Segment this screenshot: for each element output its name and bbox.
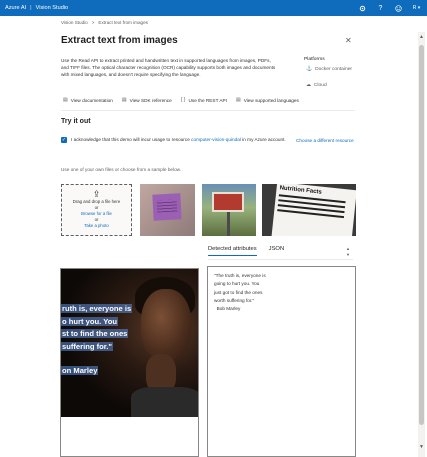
scroll-up-arrow-icon[interactable]: ▲ — [418, 34, 425, 40]
platform-docker-label: Docker container — [315, 66, 353, 72]
sticky-note-shape — [152, 193, 182, 221]
close-icon[interactable]: ✕ — [345, 36, 352, 45]
top-icons: ? R ▾ — [358, 0, 421, 16]
tab-underline — [208, 259, 353, 260]
platform-cloud-label: Cloud — [313, 82, 327, 88]
platforms-panel: Platforms ⚓ Docker container ☁ Cloud — [304, 57, 352, 98]
smiley-icon[interactable] — [394, 4, 403, 13]
link-rest-api[interactable]: { } Use the REST API — [181, 97, 227, 103]
acknowledge-text: I acknowledge that this demo will incur … — [71, 136, 286, 143]
document-icon: ▤ — [63, 97, 68, 103]
quote-line-3: st to find the ones — [61, 329, 129, 338]
tab-json[interactable]: JSON — [269, 246, 284, 256]
document-icon: ▤ — [235, 97, 241, 103]
cloud-icon: ☁ — [306, 83, 311, 88]
upload-icon: ⇪ — [92, 189, 101, 199]
result-line-5: Bob Marley — [214, 306, 241, 312]
brand-left: Azure AI — [5, 5, 27, 11]
ack-suffix: in my Azure account. — [242, 137, 286, 142]
platforms-heading: Platforms — [304, 57, 325, 62]
link-rest-label: Use the REST API — [188, 97, 227, 103]
quote-line-1: ruth is, everyone is — [61, 304, 133, 313]
result-line-3: just got to find the ones — [214, 289, 263, 295]
link-documentation-label: View documentation — [70, 97, 113, 103]
tab-scroll-arrows[interactable]: ▲ ▼ — [346, 246, 350, 258]
brand[interactable]: Azure AI | Vision Studio — [0, 5, 68, 11]
acknowledge-checkbox[interactable]: ✓ — [61, 137, 67, 143]
breadcrumb-current: Extract text from images — [98, 20, 148, 25]
sample-image-street-sign[interactable] — [202, 184, 256, 236]
link-supported-languages[interactable]: ▤ View supported languages — [236, 97, 299, 103]
link-sdk-label: View SDK reference — [129, 97, 172, 103]
sample-image-sticky-note[interactable] — [140, 184, 195, 236]
platform-cloud[interactable]: ☁ Cloud — [306, 82, 352, 89]
link-languages-label: View supported languages — [243, 97, 299, 103]
top-bar: Azure AI | Vision Studio ? R ▾ — [0, 0, 427, 16]
quote-line-2: o hurt you. You — [61, 316, 118, 326]
detected-text-panel: "The truth is, everyone is going to hurt… — [207, 266, 356, 457]
breadcrumb-root[interactable]: Vision Studio — [61, 20, 88, 25]
breadcrumb-separator: > — [91, 20, 95, 25]
image-preview-panel: ruth is, everyone is o hurt you. You st … — [60, 268, 199, 457]
shirt-shape — [131, 387, 198, 417]
section-divider — [61, 110, 355, 111]
breadcrumb: Vision Studio > Extract text from images — [61, 20, 148, 25]
street-sign-shape — [212, 192, 244, 212]
resource-links: ▤ View documentation ▤ View SDK referenc… — [63, 97, 299, 103]
link-documentation[interactable]: ▤ View documentation — [63, 97, 113, 103]
platform-docker[interactable]: ⚓ Docker container — [306, 66, 353, 73]
docker-icon: ⚓ — [306, 67, 313, 72]
take-photo-link[interactable]: Take a photo — [62, 223, 131, 229]
photo-quote-text: ruth is, everyone is o hurt you. You st … — [61, 303, 145, 378]
page-description: Use the Read API to extract printed and … — [61, 58, 276, 77]
ack-prefix: I acknowledge that this demo will incur … — [71, 137, 190, 142]
tab-detected-attributes[interactable]: Detected attributes — [208, 246, 257, 256]
brand-right: Vision Studio — [35, 5, 69, 11]
quote-line-4: suffering for." — [61, 341, 114, 351]
use-files-hint: Use one of your own files or choose from… — [61, 167, 182, 172]
result-tabs: Detected attributes JSON — [208, 246, 284, 256]
sign-pole-shape — [227, 212, 230, 236]
result-line-1: "The truth is, everyone is — [214, 273, 266, 278]
account-icon[interactable]: R ▾ — [412, 4, 421, 13]
link-sdk-reference[interactable]: ▤ View SDK reference — [122, 97, 172, 103]
code-icon: { } — [180, 97, 186, 103]
nutrition-label-shape: Nutrition Facts — [271, 184, 356, 236]
analyzed-photo: ruth is, everyone is o hurt you. You st … — [61, 269, 198, 417]
gear-icon[interactable] — [358, 4, 367, 13]
scroll-down-arrow-icon[interactable]: ▼ — [418, 444, 425, 450]
file-drop-zone[interactable]: ⇪ Drag and drop a file here or Browse fo… — [61, 184, 132, 236]
sample-image-nutrition-label[interactable]: Nutrition Facts — [262, 184, 356, 236]
result-line-2: going to hurt you. You — [214, 281, 260, 287]
page-title: Extract text from images — [61, 35, 178, 46]
scrollbar-thumb[interactable] — [419, 45, 424, 425]
choose-different-resource-link[interactable]: Choose a different resource — [296, 137, 356, 144]
help-icon[interactable]: ? — [376, 4, 385, 13]
ack-resource: computer-vision-quindal — [191, 137, 241, 142]
try-it-out-heading: Try it out — [61, 118, 91, 125]
document-icon: ▤ — [121, 97, 127, 103]
face-shape — [141, 289, 191, 359]
result-line-4: worth suffering for." — [214, 297, 255, 303]
quote-author: on Marley — [61, 366, 99, 375]
brand-separator: | — [30, 5, 32, 11]
